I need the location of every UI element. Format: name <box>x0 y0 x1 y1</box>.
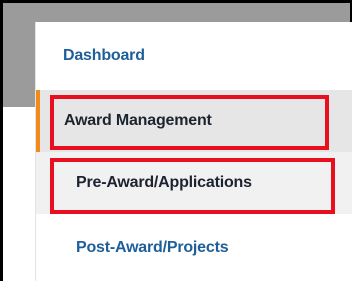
sidebar-item-dashboard[interactable]: Dashboard <box>36 22 352 90</box>
highlight-box-award-management <box>50 95 329 150</box>
highlight-box-pre-award-applications <box>50 158 335 214</box>
sidebar-item-label: Post-Award/Projects <box>76 238 229 256</box>
sidebar-subitem-post-award-projects[interactable]: Post-Award/Projects <box>36 214 352 281</box>
sidebar-nav: Dashboard Award Management Pre-Award/App… <box>35 22 352 281</box>
sidebar-item-label: Dashboard <box>63 47 145 64</box>
